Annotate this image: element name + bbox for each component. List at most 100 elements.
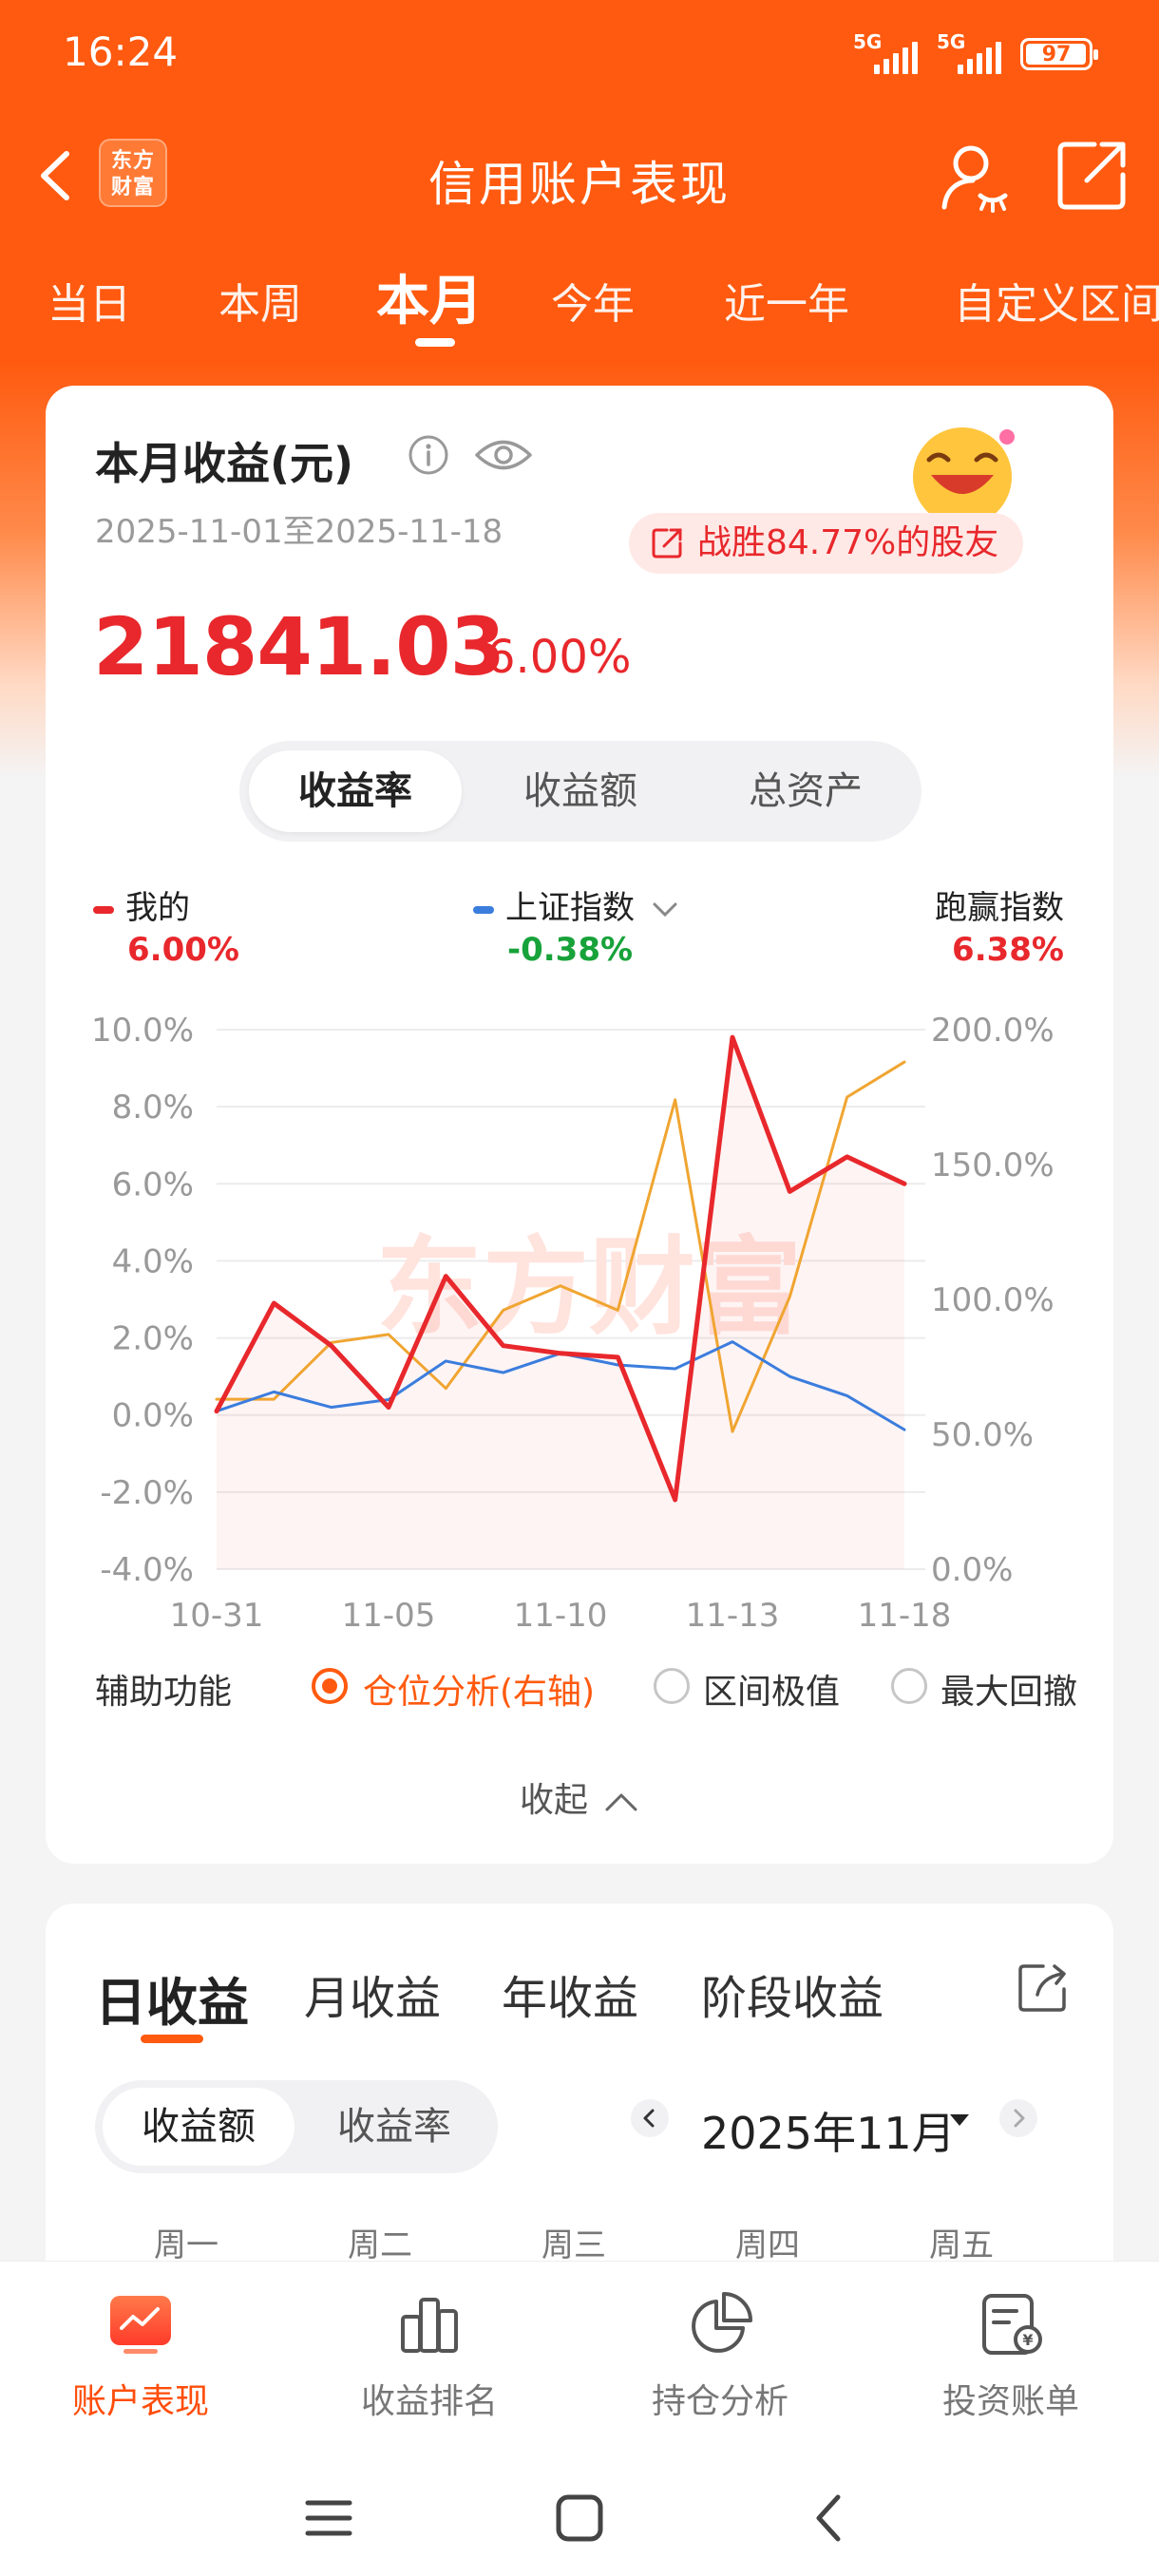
collapse-label: 收起 — [519, 1781, 588, 1820]
beat-peers-text: 战胜84.77%的股友 — [697, 523, 999, 562]
legend-value: 6.38% — [952, 931, 1064, 969]
aux-label: 辅助功能 — [95, 1673, 233, 1712]
y-left-tick-label: 10.0% — [91, 1012, 194, 1050]
weekday-label: 周一 — [154, 2226, 218, 2264]
x-tick-label: 11-10 — [514, 1597, 608, 1635]
app-header: 东方财富 信用账户表现 — [0, 112, 1159, 236]
option-max-drawdown[interactable]: 最大回撤 — [940, 1664, 1077, 1714]
home-icon[interactable] — [551, 2490, 608, 2547]
x-tick-label: 11-05 — [342, 1597, 436, 1635]
legend-index-selector[interactable]: 上证指数 — [473, 881, 679, 928]
share-icon — [652, 528, 682, 559]
weekday-label: 周三 — [542, 2226, 606, 2264]
segment-rate[interactable]: 收益率 — [298, 2088, 490, 2166]
radio-position-analysis[interactable] — [312, 1668, 348, 1704]
legend-label: 跑赢指数 — [935, 889, 1064, 927]
nav-label: 账户表现 — [71, 2382, 209, 2421]
chevron-right-icon — [1014, 2109, 1025, 2128]
weekday-label: 周四 — [735, 2226, 800, 2264]
legend-label: 我的 — [125, 889, 190, 927]
tab-week[interactable]: 本周 — [218, 270, 302, 331]
bill-icon: ¥ — [982, 2294, 1042, 2355]
svg-text:¥: ¥ — [1022, 2331, 1033, 2349]
nav-label: 投资账单 — [941, 2382, 1079, 2421]
metric-tab-total-assets[interactable]: 总资产 — [699, 750, 912, 832]
prev-month-button[interactable] — [631, 2099, 669, 2137]
nav-investment-bill[interactable]: ¥ 投资账单 — [887, 2288, 1134, 2423]
profit-rate: 6.00% — [486, 631, 632, 684]
collapse-button[interactable]: 收起 — [46, 1772, 1113, 1822]
x-tick-label: 11-13 — [686, 1597, 780, 1635]
radio-range-extremes[interactable] — [654, 1668, 690, 1704]
metric-segment: 收益率 收益额 总资产 — [239, 741, 922, 842]
info-icon[interactable] — [407, 433, 450, 477]
y-right-tick-label: 50.0% — [931, 1416, 1034, 1454]
x-tick-label: 10-31 — [170, 1597, 264, 1635]
x-tick-label: 11-18 — [858, 1597, 952, 1635]
tab-year[interactable]: 今年 — [551, 270, 635, 331]
menu-icon[interactable] — [300, 2490, 357, 2547]
legend-outperform: 跑赢指数 — [935, 881, 1064, 928]
y-left-tick-label: -2.0% — [100, 1474, 194, 1512]
metric-tab-return-rate[interactable]: 收益率 — [249, 750, 462, 832]
share-icon[interactable] — [1015, 1959, 1072, 2016]
share-icon[interactable] — [1053, 135, 1132, 215]
aux-functions: 辅助功能 仓位分析(右轴) 区间极值 最大回撤 — [95, 1658, 1083, 1715]
status-bar: 16:24 5G 5G 97 — [0, 0, 1159, 112]
segment-amount[interactable]: 收益额 — [103, 2088, 294, 2166]
tab-stage-income[interactable]: 阶段收益 — [701, 1960, 884, 2027]
legend-label: 上证指数 — [505, 889, 635, 927]
performance-icon — [110, 2296, 171, 2354]
nav-account-performance[interactable]: 账户表现 — [17, 2288, 264, 2423]
weekday-label: 周二 — [348, 2226, 412, 2264]
next-month-button[interactable] — [999, 2099, 1037, 2137]
section-title: 本月收益(元) — [95, 438, 354, 489]
signal-icon: 5G — [937, 30, 1007, 74]
battery-level: 97 — [1041, 42, 1072, 66]
y-left-tick-label: -4.0% — [100, 1551, 194, 1589]
tab-custom-range[interactable]: 自定义区间 — [954, 270, 1159, 331]
tab-month[interactable]: 本月 — [376, 258, 483, 335]
radio-max-drawdown[interactable] — [891, 1668, 927, 1704]
tab-monthly-income[interactable]: 月收益 — [304, 1960, 441, 2027]
chevron-left-icon — [643, 2109, 655, 2128]
y-right-tick-label: 150.0% — [931, 1146, 1054, 1184]
caret-down-icon[interactable] — [950, 2114, 969, 2126]
y-right-tick-label: 0.0% — [931, 1551, 1013, 1589]
beat-peers-badge[interactable]: 战胜84.77%的股友 — [629, 513, 1024, 574]
month-selector[interactable]: 2025年11月 — [701, 2099, 956, 2162]
tab-indicator — [415, 338, 455, 347]
option-position-analysis[interactable]: 仓位分析(右轴) — [363, 1664, 595, 1714]
income-segment: 收益额 收益率 — [95, 2080, 498, 2173]
profit-amount: 21841.03 — [93, 600, 505, 693]
y-left-tick-label: 8.0% — [112, 1089, 194, 1127]
tab-daily-income[interactable]: 日收益 — [95, 1960, 249, 2036]
tab-yearly-income[interactable]: 年收益 — [502, 1960, 638, 2027]
system-navigation — [0, 2471, 1159, 2566]
tab-today[interactable]: 当日 — [48, 270, 131, 331]
nav-holdings-analysis[interactable]: 持仓分析 — [597, 2288, 844, 2423]
return-chart: 东方财富10.0%8.0%6.0%4.0%2.0%0.0%-2.0%-4.0%2… — [91, 1012, 1054, 1635]
monthly-return-card: 本月收益(元) 2025-11-01至2025-11-18 战胜84.77%的股… — [46, 386, 1113, 1864]
nav-label: 持仓分析 — [651, 2382, 788, 2421]
eye-icon[interactable] — [473, 433, 534, 477]
y-left-tick-label: 2.0% — [112, 1320, 194, 1358]
metric-tab-return-amount[interactable]: 收益额 — [474, 750, 687, 832]
back-nav-icon[interactable] — [802, 2490, 859, 2547]
user-icon[interactable] — [935, 135, 1015, 215]
status-indicators: 5G 5G 97 — [853, 30, 1098, 74]
tab-last-year[interactable]: 近一年 — [724, 270, 849, 331]
ranking-icon — [401, 2298, 458, 2353]
legend-swatch — [93, 905, 114, 914]
legend-value: -0.38% — [507, 931, 634, 969]
weekday-label: 周五 — [929, 2226, 994, 2264]
chevron-down-icon — [653, 902, 677, 917]
pie-chart-icon — [692, 2292, 752, 2353]
date-range: 2025-11-01至2025-11-18 — [95, 513, 504, 551]
y-right-tick-label: 100.0% — [931, 1281, 1054, 1319]
nav-label: 收益排名 — [360, 2382, 498, 2421]
option-range-extremes[interactable]: 区间极值 — [703, 1664, 840, 1714]
y-left-tick-label: 4.0% — [112, 1242, 194, 1280]
period-tabs: 当日 本周 本月 今年 近一年 自定义区间 — [0, 249, 1159, 353]
nav-ranking[interactable]: 收益排名 — [306, 2288, 553, 2423]
